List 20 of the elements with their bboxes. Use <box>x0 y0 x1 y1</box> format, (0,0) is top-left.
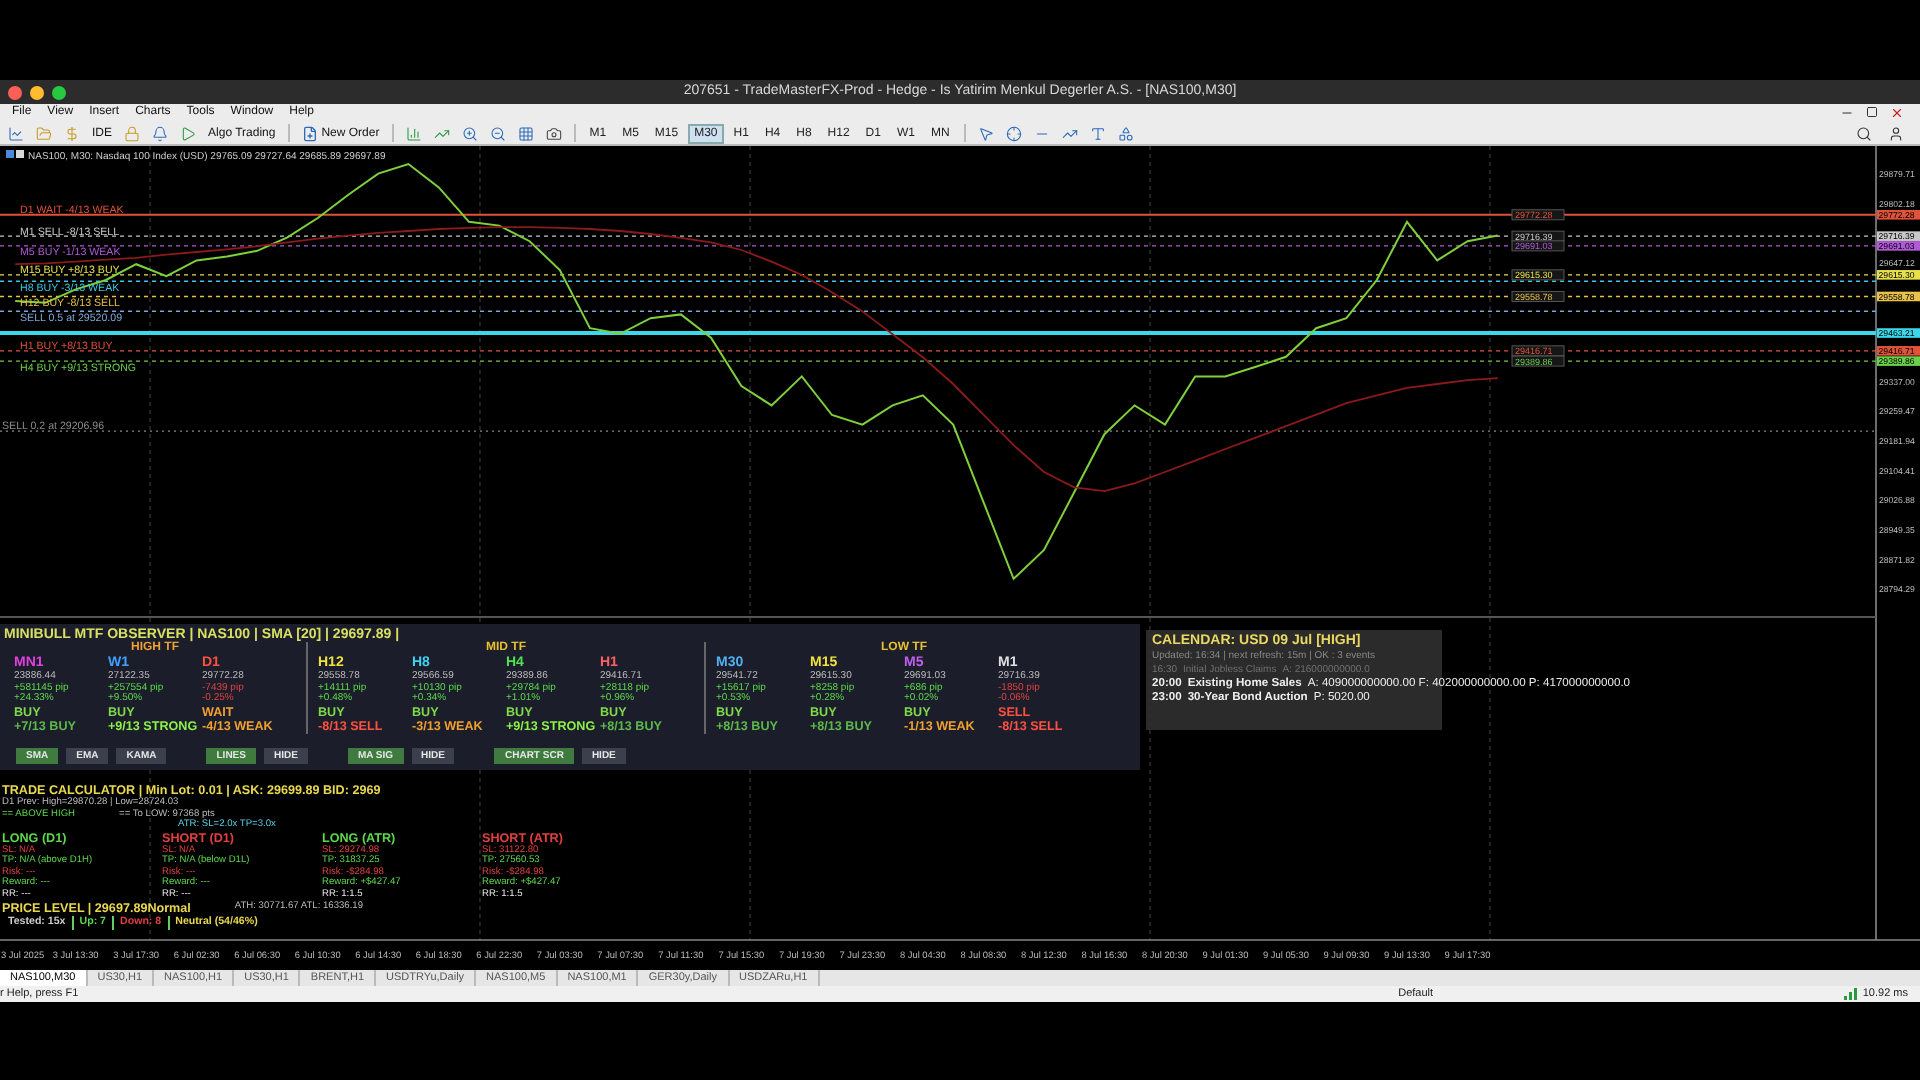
minimize-icon[interactable] <box>30 85 44 99</box>
maximize-icon[interactable] <box>52 85 66 99</box>
crosshair-icon[interactable] <box>1001 122 1026 144</box>
zoom-out-icon[interactable] <box>485 122 510 144</box>
signal-icon <box>1844 988 1859 1000</box>
new-order-icon <box>301 125 318 141</box>
line-chart-icon[interactable] <box>4 122 28 144</box>
grid-icon[interactable] <box>513 122 538 144</box>
chart-symbol-icon <box>6 150 24 158</box>
lock-icon[interactable] <box>120 122 145 144</box>
shapes-icon[interactable] <box>1113 122 1138 144</box>
camera-icon[interactable] <box>541 122 566 144</box>
search-icon[interactable] <box>1852 122 1876 144</box>
close-icon[interactable] <box>8 85 22 99</box>
close-icon[interactable] <box>1890 106 1904 120</box>
folder-icon[interactable] <box>32 122 56 144</box>
restore-icon[interactable] <box>1866 106 1878 118</box>
bell-icon[interactable] <box>148 122 173 144</box>
bar-chart-icon[interactable] <box>401 122 426 144</box>
zoom-in-icon[interactable] <box>457 122 482 144</box>
